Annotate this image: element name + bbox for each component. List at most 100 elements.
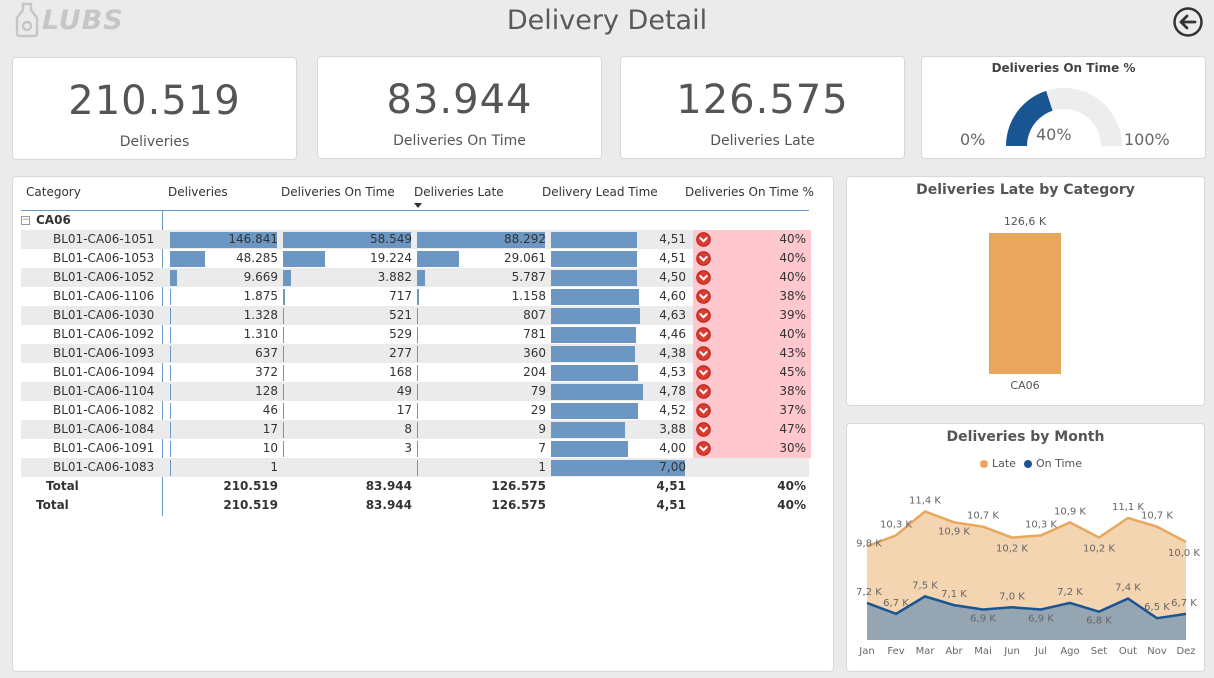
col-header-deliveries[interactable]: Deliveries [168, 177, 278, 207]
lead-time-value: 3,88 [659, 422, 686, 436]
on-time-pct-value: 45% [779, 365, 806, 379]
x-tick-label: Out [1119, 646, 1137, 657]
table-row[interactable]: BL01-CA06-1091 10 3 7 4,00 30% [21, 439, 811, 458]
col-header-late[interactable]: Deliveries Late [414, 177, 539, 207]
on-time-pct-value: 38% [779, 384, 806, 398]
header-underline [21, 210, 809, 211]
deliveries-by-month-card[interactable]: Deliveries by Month Late On Time 9,8 K 10… [846, 423, 1205, 672]
col-header-on-time-pct[interactable]: Deliveries On Time % [685, 177, 825, 207]
x-tick-label: Set [1091, 646, 1108, 657]
x-tick-label: Abr [945, 646, 963, 657]
on-time-data-label: 7,2 K [856, 587, 882, 598]
table-row[interactable]: BL01-CA06-1083 1 1 7,00 [21, 458, 809, 477]
table-row[interactable]: BL01-CA06-1084 17 8 9 3,88 47% [21, 420, 811, 439]
bar-ca06[interactable] [989, 233, 1061, 374]
table-row[interactable]: BL01-CA06-1082 46 17 29 4,52 37% [21, 401, 811, 420]
table-row[interactable]: BL01-CA06-1092 1.310 529 781 4,46 40% [21, 325, 811, 344]
row-label: BL01-CA06-1053 [53, 251, 155, 265]
deliveries-value: 128 [255, 384, 278, 398]
on-time-pct-value: 40% [779, 270, 806, 284]
on-time-pct-value: 47% [779, 422, 806, 436]
gauge-card[interactable]: Deliveries On Time % 0% 40% 100% [921, 56, 1206, 159]
table-row[interactable]: BL01-CA06-1104 128 49 79 4,78 38% [21, 382, 811, 401]
deliveries-value: 146.841 [228, 232, 278, 246]
late-data-label: 10,2 K [1083, 544, 1115, 555]
x-tick-label: Mar [916, 646, 936, 657]
on-time-value: 717 [389, 289, 412, 303]
table-row[interactable]: BL01-CA06-1030 1.328 521 807 4,63 39% [21, 306, 811, 325]
row-label: BL01-CA06-1084 [53, 422, 155, 436]
lead-time-value: 4,52 [659, 403, 686, 417]
kpi-card-on-time: 83.944 Deliveries On Time [317, 56, 602, 159]
table-row[interactable]: BL01-CA06-1051 146.841 58.549 88.292 4,51 40% [21, 230, 811, 249]
late-total: 126.575 [491, 498, 546, 512]
kpi-label: Deliveries On Time [393, 133, 526, 149]
x-tick-label: Mai [974, 646, 992, 657]
back-arrow-icon[interactable] [1172, 6, 1204, 38]
kpi-label: Deliveries Late [710, 133, 815, 149]
late-data-label: 11,1 K [1112, 502, 1144, 513]
table-row[interactable]: BL01-CA06-1053 48.285 19.224 29.061 4,51 40% [21, 249, 811, 268]
deliveries-value: 1.310 [243, 327, 278, 341]
detail-matrix[interactable]: Category Deliveries Deliveries On Time D… [13, 177, 835, 673]
bar-data-label: 126,6 K [1004, 215, 1047, 228]
lead-time-value: 4,78 [659, 384, 686, 398]
legend-label-on-time: On Time [1035, 457, 1082, 470]
collapse-icon[interactable]: − [21, 216, 30, 225]
deliveries-value: 10 [262, 441, 278, 455]
table-row[interactable]: BL01-CA06-1094 372 168 204 4,53 45% [21, 363, 811, 382]
kpi-value: 83.944 [386, 77, 533, 123]
on-time-value: 3.882 [377, 270, 412, 284]
subtotal-row[interactable]: Total 210.519 83.944 126.575 4,51 40% [21, 477, 809, 496]
x-tick-label: Fev [887, 646, 904, 657]
late-value: 360 [523, 346, 546, 360]
kpi-card-late: 126.575 Deliveries Late [620, 56, 905, 159]
late-by-category-card[interactable]: Deliveries Late by Category 126,6 K CA06 [846, 176, 1205, 406]
deliveries-value: 9.669 [243, 270, 278, 284]
on-time-value: 277 [389, 346, 412, 360]
legend-label-late: Late [992, 457, 1016, 470]
table-row[interactable]: BL01-CA06-1106 1.875 717 1.158 4,60 38% [21, 287, 811, 306]
on-time-value [281, 458, 412, 477]
page-title: Delivery Detail [506, 5, 708, 36]
table-row[interactable]: BL01-CA06-1093 637 277 360 4,38 43% [21, 344, 811, 363]
row-label: BL01-CA06-1082 [53, 403, 155, 417]
late-value: 9 [538, 422, 546, 436]
total-row[interactable]: Total 210.519 83.944 126.575 4,51 40% [21, 496, 809, 515]
total-label: Total [36, 498, 69, 512]
lead-time-total: 4,51 [656, 498, 686, 512]
lead-time-value: 4,51 [659, 251, 686, 265]
col-header-category[interactable]: Category [26, 177, 166, 207]
table-row[interactable]: BL01-CA06-1052 9.669 3.882 5.787 4,50 40% [21, 268, 811, 287]
legend-dot-late [980, 459, 988, 468]
deliveries-value: 1 [270, 460, 278, 474]
lead-time-value: 7,00 [659, 460, 686, 474]
late-data-label: 10,2 K [996, 544, 1028, 555]
group-row[interactable]: − CA06 [21, 211, 71, 230]
on-time-pct-value: 38% [779, 289, 806, 303]
late-data-label: 10,3 K [880, 519, 912, 530]
row-label: BL01-CA06-1092 [53, 327, 155, 341]
on-time-pct-value: 40% [779, 232, 806, 246]
on-time-value: 168 [389, 365, 412, 379]
late-value: 79 [530, 384, 546, 398]
lead-time-value: 4,63 [659, 308, 686, 322]
on-time-pct-value: 37% [779, 403, 806, 417]
col-header-on-time[interactable]: Deliveries On Time [281, 177, 411, 207]
kpi-card-deliveries: 210.519 Deliveries [12, 57, 297, 160]
report-header: LUBS Delivery Detail [0, 0, 1214, 44]
lead-time-value: 4,46 [659, 327, 686, 341]
on-time-pct-value: 40% [779, 327, 806, 341]
late-value: 29 [530, 403, 546, 417]
chart-legend: Late On Time [980, 457, 1082, 470]
row-label: BL01-CA06-1083 [53, 460, 155, 474]
on-time-total: 83.944 [365, 498, 412, 512]
on-time-data-label: 7,0 K [999, 591, 1025, 602]
col-header-lead-time[interactable]: Delivery Lead Time [542, 177, 682, 207]
late-value: 1.158 [511, 289, 546, 303]
late-value: 807 [523, 308, 546, 322]
kpi-label: Deliveries [119, 134, 190, 150]
row-label: BL01-CA06-1051 [53, 232, 155, 246]
on-time-pct-value: 40% [779, 251, 806, 265]
chart-title: Deliveries by Month [946, 429, 1105, 445]
